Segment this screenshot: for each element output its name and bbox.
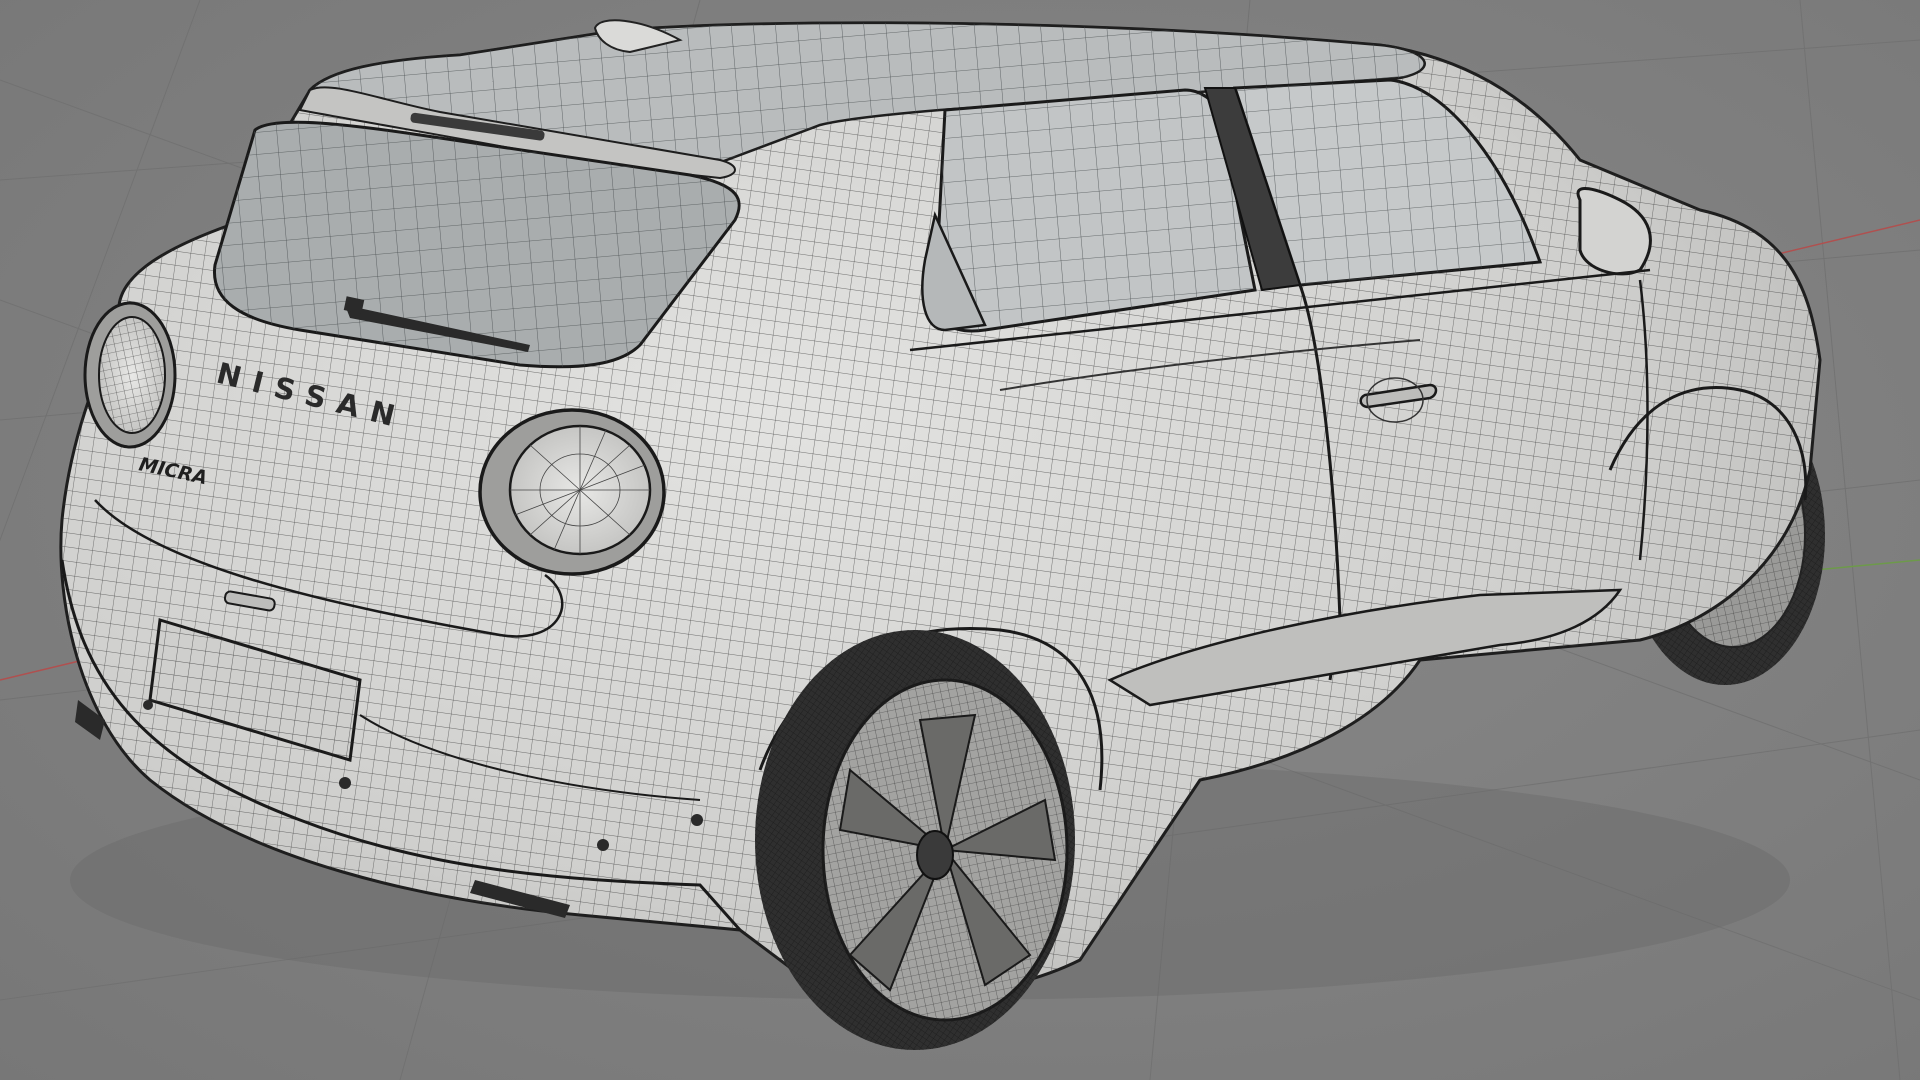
- parking-sensor: [597, 839, 609, 851]
- parking-sensor: [339, 777, 351, 789]
- wheel-hub: [916, 830, 954, 880]
- 3d-viewport[interactable]: NISSAN MICRA: [0, 0, 1920, 1080]
- parking-sensor: [691, 814, 703, 826]
- rear-left-wheel[interactable]: [755, 630, 1075, 1050]
- car-model[interactable]: NISSAN MICRA: [59, 19, 1825, 1050]
- parking-sensor: [143, 700, 153, 710]
- rear-right-lamp: [478, 408, 666, 576]
- viewport-canvas[interactable]: NISSAN MICRA: [0, 0, 1920, 1080]
- rear-left-lamp: [83, 301, 177, 449]
